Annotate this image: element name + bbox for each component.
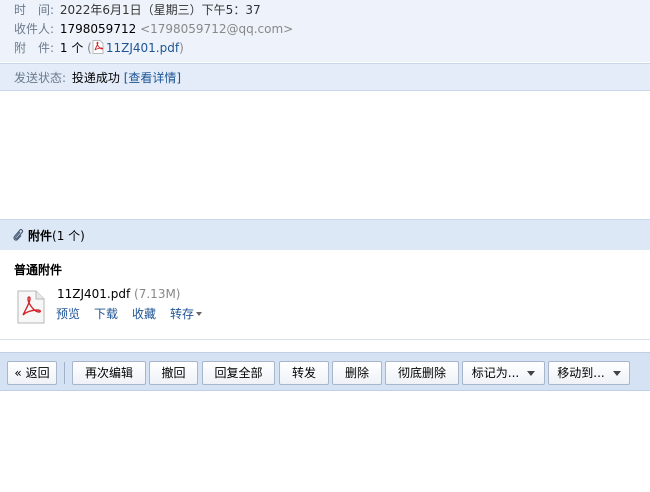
save-to-label: 转存 (170, 307, 195, 321)
attachment-item: 11ZJ401.pdf (7.13M) (57, 287, 180, 301)
re-edit-button[interactable]: 再次编辑 (72, 361, 146, 385)
attachments-section-label: 普通附件 (14, 263, 63, 277)
attachments-title-text: 附件 (28, 229, 53, 243)
chevron-down-icon (527, 371, 536, 376)
status-row: 发送状态: 投递成功 [查看详情] (14, 69, 181, 87)
reply-all-button[interactable]: 回复全部 (202, 361, 275, 385)
recipient-email: <1798059712@qq.com> (140, 22, 294, 36)
recall-button[interactable]: 撤回 (149, 361, 198, 385)
attachment-row: 附 件: 1 个 (11ZJ401.pdf) (14, 39, 184, 57)
attachment-label: 附 件: (14, 41, 55, 55)
toolbar-divider (64, 362, 65, 384)
time-label: 时 间: (14, 3, 55, 17)
delete-permanently-button[interactable]: 彻底删除 (385, 361, 459, 385)
attachments-count: (1 个) (52, 229, 85, 243)
delivery-status-bar: 发送状态: 投递成功 [查看详情] (0, 63, 650, 91)
caret-down-icon (196, 312, 203, 316)
download-link[interactable]: 下载 (94, 307, 118, 321)
delete-button[interactable]: 删除 (332, 361, 382, 385)
mail-toolbar: « 返回 再次编辑 撤回 回复全部 转发 删除 彻底删除 标记为... 移动到.… (0, 352, 650, 391)
recipient-row: 收件人: 1798059712 <1798059712@qq.com> (14, 20, 293, 38)
move-to-label: 移动到... (557, 366, 605, 380)
pdf-file-icon[interactable] (16, 290, 46, 324)
recipient-name[interactable]: 1798059712 (60, 22, 136, 36)
paperclip-icon (13, 228, 24, 241)
attachment-file-size: (7.13M) (134, 287, 181, 301)
move-to-dropdown[interactable]: 移动到... (548, 361, 630, 385)
time-row: 时 间: 2022年6月1日（星期三）下午5：37 (14, 1, 261, 19)
status-details-link[interactable]: [查看详情] (124, 71, 181, 85)
attachment-count: 1 个 (59, 41, 84, 55)
favorite-link[interactable]: 收藏 (132, 307, 156, 321)
status-value: 投递成功 (71, 71, 120, 85)
back-button[interactable]: « 返回 (7, 361, 57, 385)
save-to-link[interactable]: 转存 (170, 307, 203, 321)
chevron-down-icon (612, 371, 621, 376)
attachment-file-name[interactable]: 11ZJ401.pdf (57, 287, 130, 301)
mark-as-dropdown[interactable]: 标记为... (462, 361, 545, 385)
mark-as-label: 标记为... (471, 366, 520, 380)
mail-header: 时 间: 2022年6月1日（星期三）下午5：37 收件人: 179805971… (0, 0, 650, 62)
recipient-label: 收件人: (14, 22, 55, 36)
time-value: 2022年6月1日（星期三）下午5：37 (59, 3, 261, 17)
attachment-file-link[interactable]: 11ZJ401.pdf (106, 41, 179, 55)
preview-link[interactable]: 预览 (56, 307, 80, 321)
attachment-actions: 预览 下载 收藏 转存 (56, 305, 203, 322)
attachment-close-paren: ) (179, 41, 184, 55)
attachments-title: 附件(1 个) (12, 227, 85, 245)
pdf-icon (92, 40, 106, 55)
attachments-header: 附件(1 个) (0, 219, 650, 250)
status-label: 发送状态: (14, 71, 67, 85)
forward-button[interactable]: 转发 (279, 361, 329, 385)
